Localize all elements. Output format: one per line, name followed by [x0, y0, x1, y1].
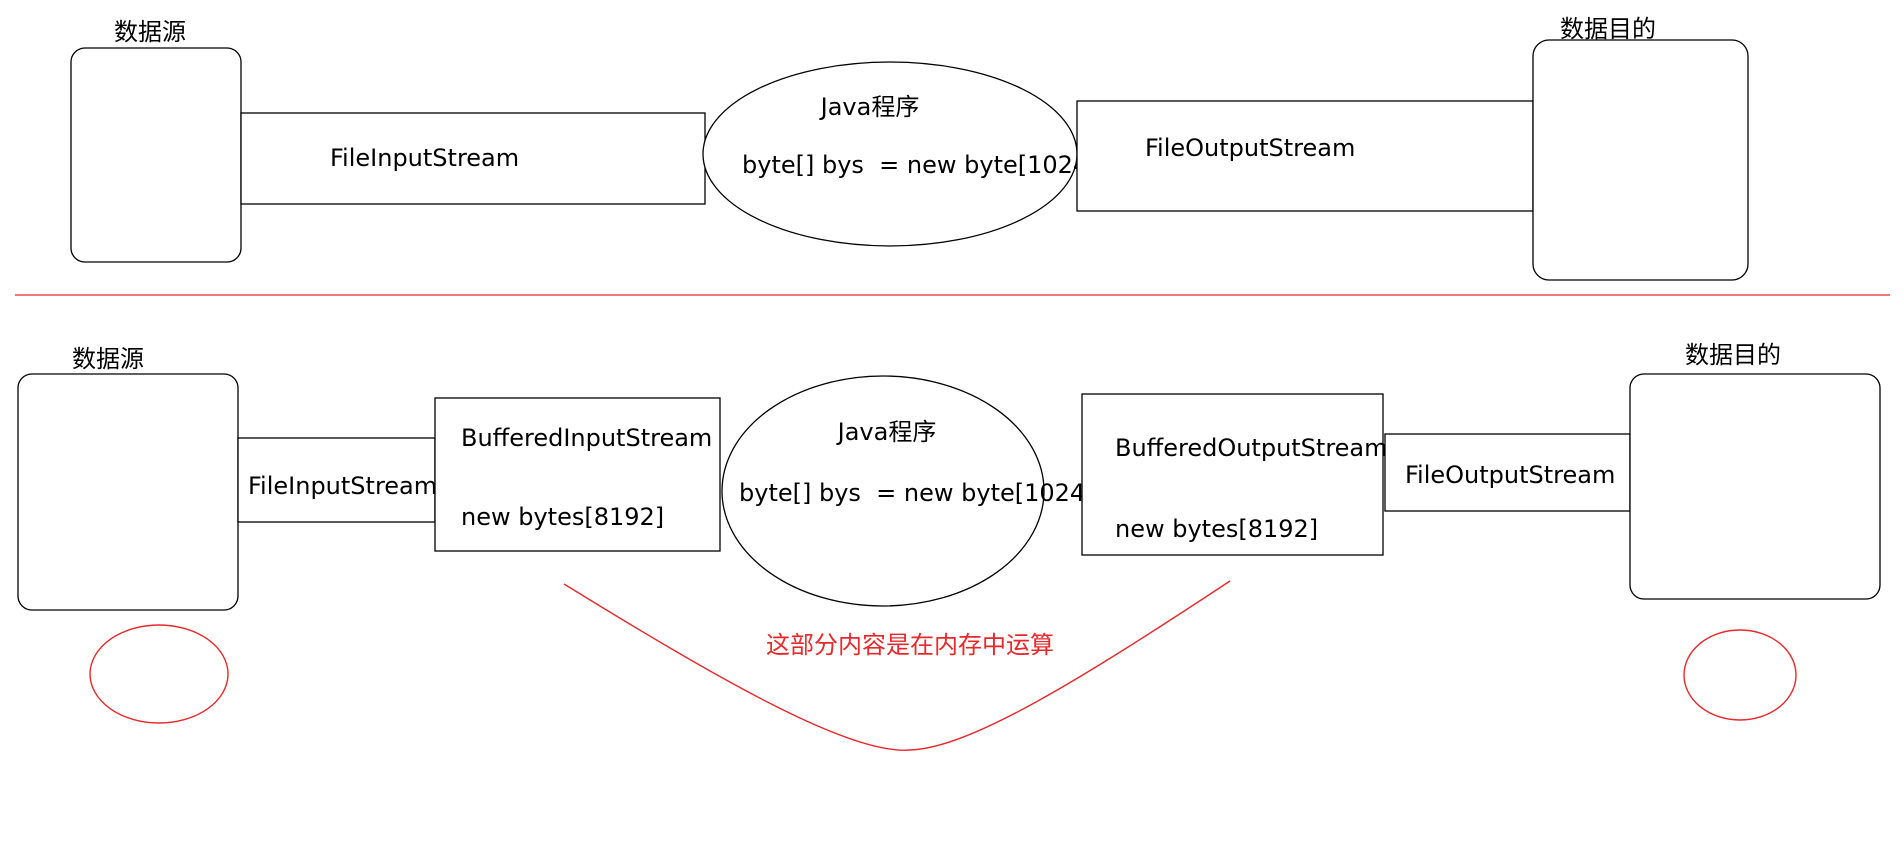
- bottom-source-box: [17, 373, 239, 611]
- top-source-label: 数据源: [114, 18, 186, 46]
- bottom-destination-label: 数据目的: [1685, 341, 1781, 369]
- top-file-output-stream-label: FileOutputStream: [1145, 134, 1355, 162]
- destination-highlight-ellipse: [1683, 629, 1797, 721]
- bottom-destination-box: [1629, 373, 1881, 600]
- bottom-file-output-stream-label: FileOutputStream: [1405, 461, 1615, 489]
- buffered-output-stream-label: BufferedOutputStream: [1115, 434, 1388, 462]
- top-file-input-stream-label: FileInputStream: [330, 144, 519, 172]
- buffered-output-buffer-label: new bytes[8192]: [1115, 515, 1318, 543]
- buffered-input-buffer-label: new bytes[8192]: [461, 503, 664, 531]
- top-java-program-title: Java程序: [819, 93, 920, 121]
- io-stream-diagram: 数据源 FileInputStream Java程序 byte[] bys = …: [15, 15, 1890, 751]
- memory-note: 这部分内容是在内存中运算: [766, 631, 1054, 659]
- bottom-flow: 数据源 FileInputStream BufferedInputStream …: [17, 341, 1881, 611]
- source-highlight-ellipse: [89, 624, 229, 724]
- bottom-source-label: 数据源: [72, 345, 144, 373]
- bottom-java-program-title: Java程序: [836, 418, 937, 446]
- buffered-input-stream-label: BufferedInputStream: [461, 424, 712, 452]
- top-flow: 数据源 FileInputStream Java程序 byte[] bys = …: [70, 15, 1749, 281]
- bottom-file-input-stream-label: FileInputStream: [248, 472, 437, 500]
- top-source-box: [70, 47, 242, 263]
- top-java-program-code: byte[] bys = new byte[1024];: [742, 151, 1106, 179]
- top-destination-label: 数据目的: [1560, 15, 1656, 43]
- top-destination-box: [1532, 39, 1749, 281]
- memory-scope-curve: [563, 580, 1231, 751]
- bottom-java-program-code: byte[] bys = new byte[1024];: [739, 479, 1103, 507]
- red-annotations: 这部分内容是在内存中运算: [89, 580, 1797, 751]
